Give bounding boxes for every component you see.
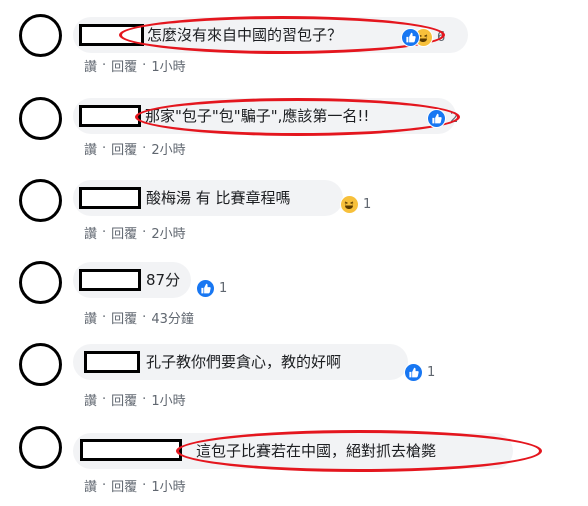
comment-3: 酸梅湯 有 比賽章程嗎 1 讚 · 回覆 · 2小時 (0, 168, 588, 252)
like-reaction-icon (196, 278, 215, 298)
reaction-summary[interactable]: 2 (427, 108, 458, 128)
reply-link[interactable]: 回覆 (111, 223, 137, 242)
comment-actions: 讚 · 回覆 · 1小時 (84, 56, 186, 75)
comment-text: 酸梅湯 有 比賽章程嗎 (146, 189, 291, 207)
comment-1: 怎麼沒有來自中國的習包子？ 6 讚 · 回覆 · 1小時 (0, 0, 588, 84)
reaction-summary[interactable]: 1 (404, 362, 435, 382)
timestamp-link[interactable]: 1小時 (151, 476, 185, 495)
reply-link[interactable]: 回覆 (111, 139, 137, 158)
separator: · (102, 478, 107, 493)
reaction-count: 1 (363, 196, 372, 212)
reply-link[interactable]: 回覆 (111, 56, 137, 75)
like-link[interactable]: 讚 (84, 56, 97, 75)
separator: · (102, 392, 107, 407)
like-reaction-icon (404, 362, 423, 382)
reaction-count: 1 (427, 364, 436, 380)
comment-actions: 讚 · 回覆 · 2小時 (84, 139, 186, 158)
redacted-name[interactable] (79, 105, 141, 127)
avatar[interactable] (19, 426, 62, 469)
separator: · (142, 141, 147, 156)
comment-text: 那家"包子"包"騙子",應該第一名!! (145, 107, 370, 125)
comment-2: 那家"包子"包"騙子",應該第一名!! 2 讚 · 回覆 · 2小時 (0, 84, 588, 168)
separator: · (142, 58, 147, 73)
timestamp-link[interactable]: 1小時 (151, 390, 185, 409)
separator: · (142, 310, 147, 325)
comment-text: 怎麼沒有來自中國的習包子？ (147, 26, 343, 44)
timestamp-link[interactable]: 2小時 (151, 139, 185, 158)
redacted-name[interactable] (80, 439, 182, 461)
like-reaction-icon (427, 108, 446, 128)
separator: · (102, 225, 107, 240)
reaction-summary[interactable]: 1 (196, 278, 227, 298)
avatar[interactable] (19, 261, 62, 304)
comment-text: 87分 (146, 271, 181, 289)
haha-reaction-icon (340, 194, 359, 214)
timestamp-link[interactable]: 1小時 (151, 56, 185, 75)
like-link[interactable]: 讚 (84, 390, 97, 409)
like-link[interactable]: 讚 (84, 139, 97, 158)
separator: · (142, 392, 147, 407)
redacted-name[interactable] (79, 24, 144, 46)
like-link[interactable]: 讚 (84, 476, 97, 495)
separator: · (102, 141, 107, 156)
avatar[interactable] (19, 179, 62, 222)
timestamp-link[interactable]: 43分鐘 (151, 308, 194, 327)
redacted-name[interactable] (79, 269, 141, 291)
like-reaction-icon (401, 27, 420, 47)
like-link[interactable]: 讚 (84, 223, 97, 242)
comment-text: 這包子比賽若在中國，絕對抓去槍斃 (196, 442, 437, 460)
separator: · (102, 310, 107, 325)
comment-4: 87分 1 讚 · 回覆 · 43分鐘 (0, 252, 588, 336)
reaction-count: 2 (450, 110, 459, 126)
separator: · (142, 478, 147, 493)
comment-actions: 讚 · 回覆 · 1小時 (84, 390, 186, 409)
timestamp-link[interactable]: 2小時 (151, 223, 185, 242)
avatar[interactable] (19, 343, 62, 386)
redacted-name[interactable] (79, 187, 141, 209)
reply-link[interactable]: 回覆 (111, 476, 137, 495)
reaction-summary[interactable]: 1 (340, 194, 371, 214)
reply-link[interactable]: 回覆 (111, 390, 137, 409)
redacted-name[interactable] (84, 351, 140, 373)
avatar[interactable] (19, 14, 62, 57)
reaction-count: 6 (437, 29, 446, 45)
separator: · (142, 225, 147, 240)
comment-actions: 讚 · 回覆 · 2小時 (84, 223, 186, 242)
comment-text: 孔子教你們要貪心，教的好啊 (146, 353, 342, 371)
reaction-count: 1 (219, 280, 228, 296)
like-link[interactable]: 讚 (84, 308, 97, 327)
comment-actions: 讚 · 回覆 · 1小時 (84, 476, 186, 495)
avatar[interactable] (19, 97, 62, 140)
comment-actions: 讚 · 回覆 · 43分鐘 (84, 308, 194, 327)
reaction-summary[interactable]: 6 (401, 27, 445, 47)
comment-5: 孔子教你們要貪心，教的好啊 1 讚 · 回覆 · 1小時 (0, 336, 588, 420)
separator: · (102, 58, 107, 73)
reply-link[interactable]: 回覆 (111, 308, 137, 327)
comment-6: 這包子比賽若在中國，絕對抓去槍斃 讚 · 回覆 · 1小時 (0, 420, 588, 504)
